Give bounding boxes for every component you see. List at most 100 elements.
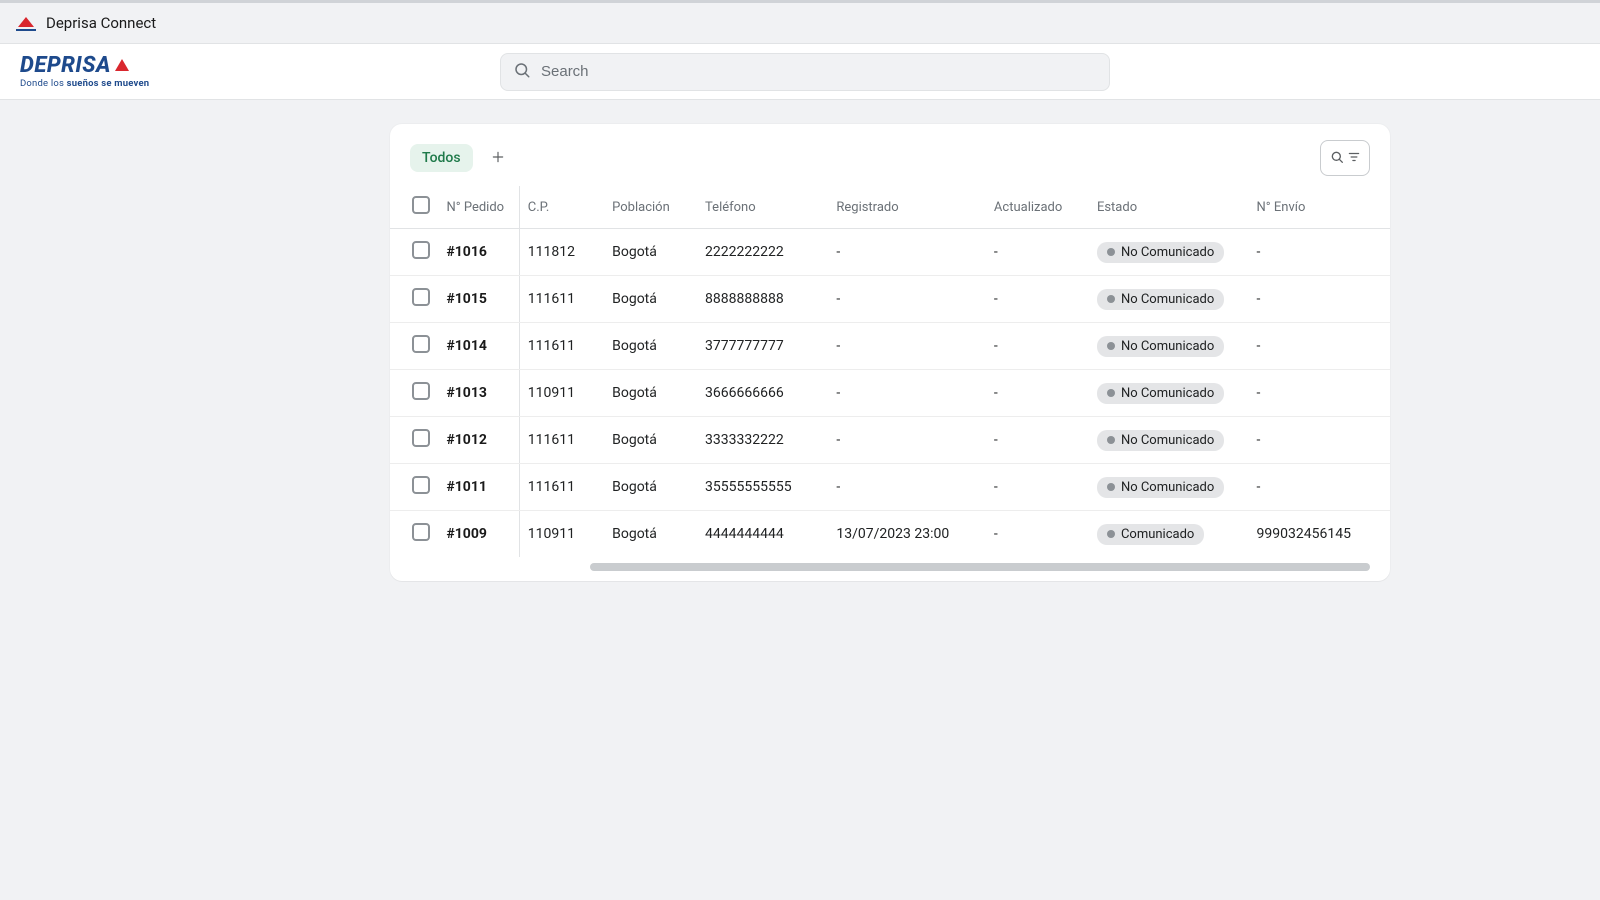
cell-registrado: - (828, 276, 986, 323)
row-checkbox[interactable] (412, 476, 430, 494)
col-header-cp[interactable]: C.P. (519, 186, 604, 229)
window-titlebar: Deprisa Connect (0, 0, 1600, 44)
status-badge: No Comunicado (1097, 430, 1224, 451)
cell-actualizado: - (986, 323, 1089, 370)
row-checkbox[interactable] (412, 288, 430, 306)
window-title: Deprisa Connect (46, 14, 156, 32)
status-dot-icon (1107, 295, 1115, 303)
brand-name: DEPRISA (20, 55, 111, 77)
status-badge: No Comunicado (1097, 336, 1224, 357)
cell-registrado: - (828, 323, 986, 370)
brand-tagline: Donde los sueños se mueven (20, 79, 149, 89)
select-all-checkbox[interactable] (412, 196, 430, 214)
cell-telefono: 3333332222 (697, 417, 828, 464)
cell-cp: 110911 (519, 511, 604, 558)
cell-telefono: 35555555555 (697, 464, 828, 511)
col-header-estado[interactable]: Estado (1089, 186, 1249, 229)
tab-all[interactable]: Todos (410, 144, 473, 172)
col-header-envio[interactable]: N° Envío (1249, 186, 1390, 229)
table-row[interactable]: #1014111611Bogotá3777777777--No Comunica… (390, 323, 1390, 370)
tabs-row: Todos (390, 140, 1390, 186)
cell-cp: 111611 (519, 276, 604, 323)
brand-logo: DEPRISA Donde los sueños se mueven (20, 55, 149, 89)
cell-envio: - (1249, 417, 1390, 464)
cell-actualizado: - (986, 370, 1089, 417)
col-header-poblacion[interactable]: Población (604, 186, 697, 229)
cell-registrado: - (828, 229, 986, 276)
order-id-link[interactable]: #1012 (446, 432, 486, 448)
cell-poblacion: Bogotá (604, 370, 697, 417)
cell-telefono: 2222222222 (697, 229, 828, 276)
horizontal-scrollbar[interactable] (390, 561, 1390, 571)
search-input[interactable] (541, 63, 1097, 80)
status-dot-icon (1107, 530, 1115, 538)
status-badge: No Comunicado (1097, 289, 1224, 310)
status-badge: No Comunicado (1097, 383, 1224, 404)
order-id-link[interactable]: #1009 (446, 526, 486, 542)
table-row[interactable]: #1012111611Bogotá3333332222--No Comunica… (390, 417, 1390, 464)
cell-registrado: - (828, 417, 986, 464)
cell-poblacion: Bogotá (604, 276, 697, 323)
order-id-link[interactable]: #1014 (446, 338, 486, 354)
row-checkbox[interactable] (412, 335, 430, 353)
cell-envio: - (1249, 323, 1390, 370)
col-header-pedido[interactable]: N° Pedido (438, 186, 519, 229)
table-row[interactable]: #1011111611Bogotá35555555555--No Comunic… (390, 464, 1390, 511)
row-checkbox[interactable] (412, 382, 430, 400)
status-dot-icon (1107, 248, 1115, 256)
cell-telefono: 3777777777 (697, 323, 828, 370)
cell-registrado: - (828, 464, 986, 511)
order-id-link[interactable]: #1015 (446, 291, 486, 307)
status-label: No Comunicado (1121, 292, 1214, 307)
app-header: DEPRISA Donde los sueños se mueven (0, 44, 1600, 100)
cell-poblacion: Bogotá (604, 464, 697, 511)
cell-envio: 999032456145 (1249, 511, 1390, 558)
status-dot-icon (1107, 389, 1115, 397)
orders-table: N° Pedido C.P. Población Teléfono Regist… (390, 186, 1390, 557)
search-filter-button[interactable] (1320, 140, 1370, 176)
cell-envio: - (1249, 464, 1390, 511)
cell-actualizado: - (986, 229, 1089, 276)
order-id-link[interactable]: #1013 (446, 385, 486, 401)
orders-card: Todos N° Pedido (390, 124, 1390, 581)
plus-icon (491, 148, 505, 169)
scrollbar-thumb[interactable] (590, 563, 1370, 571)
cell-telefono: 3666666666 (697, 370, 828, 417)
col-header-registrado[interactable]: Registrado (828, 186, 986, 229)
status-dot-icon (1107, 483, 1115, 491)
order-id-link[interactable]: #1016 (446, 244, 486, 260)
row-checkbox[interactable] (412, 241, 430, 259)
order-id-link[interactable]: #1011 (446, 479, 486, 495)
cell-poblacion: Bogotá (604, 229, 697, 276)
status-badge: Comunicado (1097, 524, 1204, 545)
col-header-telefono[interactable]: Teléfono (697, 186, 828, 229)
cell-envio: - (1249, 370, 1390, 417)
filter-icon (1347, 150, 1361, 167)
status-label: No Comunicado (1121, 386, 1214, 401)
search-icon (513, 61, 531, 83)
cell-telefono: 8888888888 (697, 276, 828, 323)
table-row[interactable]: #1009110911Bogotá444444444413/07/2023 23… (390, 511, 1390, 558)
table-header-row: N° Pedido C.P. Población Teléfono Regist… (390, 186, 1390, 229)
cell-actualizado: - (986, 276, 1089, 323)
table-row[interactable]: #1015111611Bogotá8888888888--No Comunica… (390, 276, 1390, 323)
row-checkbox[interactable] (412, 523, 430, 541)
cell-cp: 111812 (519, 229, 604, 276)
add-view-button[interactable] (483, 143, 513, 173)
cell-registrado: 13/07/2023 23:00 (828, 511, 986, 558)
status-label: No Comunicado (1121, 433, 1214, 448)
status-badge: No Comunicado (1097, 477, 1224, 498)
row-checkbox[interactable] (412, 429, 430, 447)
cell-poblacion: Bogotá (604, 417, 697, 464)
status-label: No Comunicado (1121, 245, 1214, 260)
cell-cp: 111611 (519, 417, 604, 464)
cell-cp: 111611 (519, 464, 604, 511)
col-header-actualizado[interactable]: Actualizado (986, 186, 1089, 229)
search-icon (1329, 149, 1345, 168)
status-badge: No Comunicado (1097, 242, 1224, 263)
search-box[interactable] (500, 53, 1110, 91)
status-dot-icon (1107, 436, 1115, 444)
table-row[interactable]: #1013110911Bogotá3666666666--No Comunica… (390, 370, 1390, 417)
cell-envio: - (1249, 276, 1390, 323)
table-row[interactable]: #1016111812Bogotá2222222222--No Comunica… (390, 229, 1390, 276)
